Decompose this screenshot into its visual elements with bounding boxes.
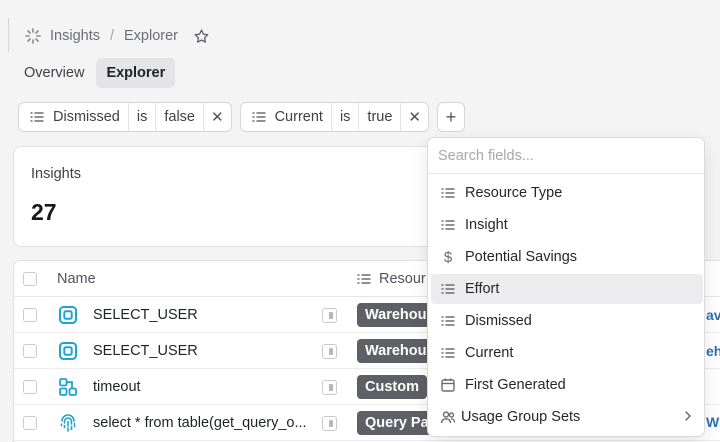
- dollar-icon: $: [443, 248, 453, 266]
- column-header-name[interactable]: Name: [57, 271, 96, 287]
- field-option-effort[interactable]: Effort: [431, 274, 703, 304]
- row-peek-text: eh: [706, 343, 720, 359]
- filter-bar: Dismissed is false ✕ Current is true ✕ +: [18, 102, 465, 132]
- tab-explorer[interactable]: Explorer: [96, 58, 176, 88]
- field-option-label: Effort: [465, 281, 500, 297]
- row-peek-text: av: [706, 307, 720, 323]
- row-name[interactable]: SELECT_USER: [93, 343, 198, 359]
- list-icon: [440, 281, 456, 297]
- field-option-dismissed[interactable]: Dismissed: [431, 306, 703, 336]
- panel-toggle-icon[interactable]: [322, 380, 337, 395]
- fingerprint-icon: [58, 413, 78, 433]
- field-option-label: Usage Group Sets: [461, 409, 581, 425]
- filter-field-label: Current: [274, 109, 323, 125]
- breadcrumb-current: Explorer: [124, 28, 179, 44]
- field-option-usage-group-sets[interactable]: Usage Group Sets: [431, 402, 703, 432]
- resource-type-badge: Custom: [357, 375, 427, 399]
- row-checkbox[interactable]: [23, 380, 37, 394]
- app-frame: Insights / Explorer Overview Explorer Di…: [0, 0, 720, 442]
- field-option-first-generated[interactable]: First Generated: [431, 370, 703, 400]
- list-icon: [440, 345, 456, 361]
- field-option-label: First Generated: [465, 377, 566, 393]
- breadcrumb-separator: /: [109, 28, 115, 44]
- filter-value[interactable]: false: [156, 103, 204, 131]
- resource-type-badge: Warehou: [357, 303, 435, 327]
- filter-chip-current[interactable]: Current is true ✕: [239, 102, 429, 132]
- field-option-label: Current: [465, 345, 514, 361]
- field-option-label: Potential Savings: [465, 249, 578, 265]
- list-icon: [251, 109, 267, 125]
- breadcrumb-root[interactable]: Insights: [50, 28, 100, 44]
- add-filter-button[interactable]: +: [437, 102, 465, 132]
- calendar-icon: [440, 377, 456, 393]
- row-checkbox[interactable]: [23, 344, 37, 358]
- row-name[interactable]: timeout: [93, 379, 141, 395]
- list-icon: [440, 313, 456, 329]
- loading-spinner-icon: [24, 27, 42, 45]
- custom-nodes-icon: [58, 377, 78, 397]
- warehouse-square-icon: [58, 305, 78, 325]
- chevron-right-icon: [683, 410, 693, 426]
- insights-summary-card: Insights 27: [13, 146, 453, 247]
- list-icon: [29, 109, 45, 125]
- column-header-resource-label: Resour: [379, 271, 426, 287]
- row-peek-text: W: [706, 414, 720, 430]
- row-checkbox[interactable]: [23, 308, 37, 322]
- field-option-label: Insight: [465, 217, 508, 233]
- resource-type-badge: Query Pa: [357, 411, 437, 435]
- panel-toggle-icon[interactable]: [322, 344, 337, 359]
- breadcrumb: Insights / Explorer: [24, 26, 210, 46]
- select-all-checkbox[interactable]: [23, 272, 37, 286]
- insights-count: 27: [31, 199, 57, 225]
- list-icon: [440, 185, 456, 201]
- field-option-potential-savings[interactable]: $ Potential Savings: [431, 242, 703, 272]
- list-icon: [440, 217, 456, 233]
- field-option-current[interactable]: Current: [431, 338, 703, 368]
- star-icon[interactable]: [192, 27, 210, 45]
- row-name[interactable]: SELECT_USER: [93, 307, 198, 323]
- list-icon: [356, 271, 372, 287]
- filter-field[interactable]: Current: [241, 103, 332, 131]
- search-fields-input[interactable]: [428, 138, 704, 174]
- filter-chip-dismissed[interactable]: Dismissed is false ✕: [18, 102, 232, 132]
- card-title: Insights: [31, 166, 81, 182]
- filter-value[interactable]: true: [359, 103, 402, 131]
- close-icon[interactable]: ✕: [204, 103, 231, 131]
- column-header-resource[interactable]: Resour: [356, 271, 426, 287]
- row-name[interactable]: select * from table(get_query_o...: [93, 415, 307, 431]
- resource-type-badge: Warehou: [357, 339, 435, 363]
- filter-operator[interactable]: is: [332, 103, 360, 131]
- filter-field[interactable]: Dismissed: [19, 103, 129, 131]
- field-option-resource-type[interactable]: Resource Type: [431, 178, 703, 208]
- row-checkbox[interactable]: [23, 416, 37, 430]
- panel-toggle-icon[interactable]: [322, 416, 337, 431]
- tab-overview[interactable]: Overview: [14, 58, 94, 88]
- filter-operator[interactable]: is: [129, 103, 157, 131]
- filter-field-label: Dismissed: [53, 109, 120, 125]
- view-tabs: Overview Explorer: [14, 58, 176, 88]
- close-icon[interactable]: ✕: [401, 103, 428, 131]
- field-picker-dropdown: Resource Type Insight $ Potential Saving…: [427, 137, 705, 437]
- field-option-insight[interactable]: Insight: [431, 210, 703, 240]
- field-option-label: Dismissed: [465, 313, 532, 329]
- field-option-label: Resource Type: [465, 185, 563, 201]
- warehouse-square-icon: [58, 341, 78, 361]
- users-icon: [440, 409, 456, 425]
- panel-toggle-icon[interactable]: [322, 308, 337, 323]
